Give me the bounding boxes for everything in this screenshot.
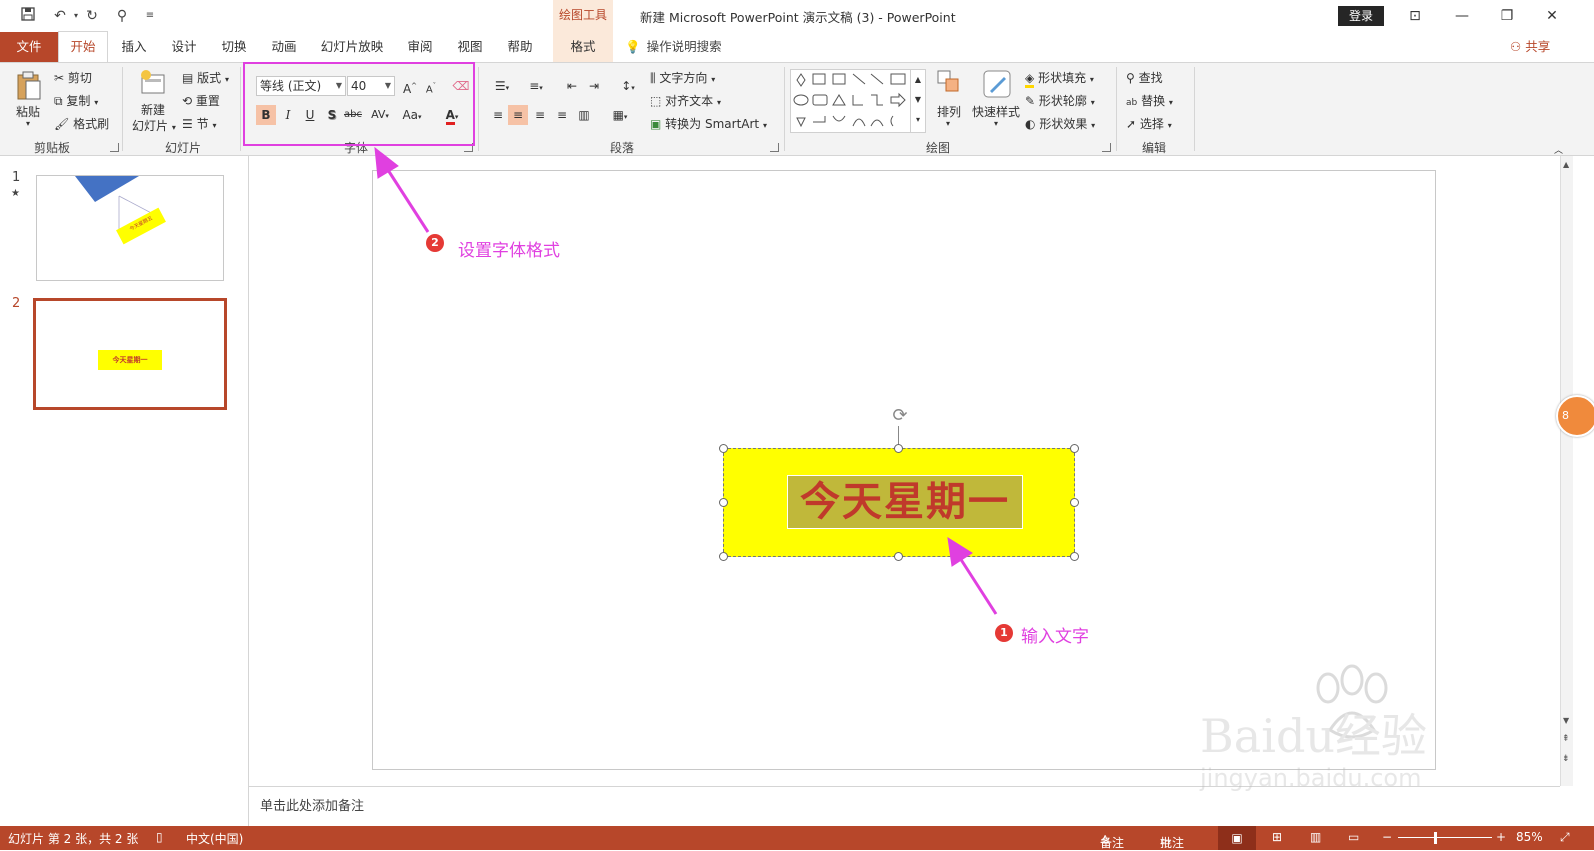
comments-toggle-label: 批注 bbox=[1160, 836, 1185, 850]
zoom-out-icon[interactable]: − bbox=[1382, 830, 1392, 844]
step2-label: 设置字体格式 bbox=[458, 241, 560, 261]
zoom-slider[interactable] bbox=[1398, 837, 1492, 838]
next-slide-icon[interactable]: ⇟ bbox=[1562, 754, 1570, 764]
spellcheck-icon[interactable]: ▯ bbox=[156, 830, 163, 844]
step2-arrow-head bbox=[374, 146, 399, 179]
zoom-level[interactable]: 85% bbox=[1516, 830, 1543, 844]
reading-view-icon[interactable]: ▥ bbox=[1310, 830, 1321, 844]
step1-label: 输入文字 bbox=[1021, 627, 1089, 647]
vertical-scrollbar[interactable]: ▲ ▼ ⇞ ⇟ bbox=[1560, 156, 1573, 786]
step1-arrow-head bbox=[947, 537, 973, 567]
notes-placeholder: 单击此处添加备注 bbox=[260, 799, 365, 814]
notes-toggle-label: 备注 bbox=[1100, 836, 1125, 850]
watermark-url: jingyan.baidu.com bbox=[1200, 764, 1422, 792]
normal-view-icon[interactable]: ▣ bbox=[1218, 826, 1256, 850]
step2-badge: 2 bbox=[426, 234, 444, 252]
zoom-slider-thumb[interactable] bbox=[1434, 832, 1437, 844]
zoom-in-icon[interactable]: + bbox=[1496, 830, 1506, 844]
step1-arrow-shaft bbox=[958, 557, 998, 615]
status-bar: 幻灯片 第 2 张，共 2 张 ▯ 中文(中国) ≙ 备注 ▭ 批注 ▣ ⊞ ▥… bbox=[0, 826, 1594, 850]
slideshow-view-icon[interactable]: ▭ bbox=[1348, 830, 1359, 844]
slide-count-status: 幻灯片 第 2 张，共 2 张 bbox=[8, 832, 139, 846]
slide-sorter-view-icon[interactable]: ⊞ bbox=[1272, 830, 1282, 844]
scroll-up-icon[interactable]: ▲ bbox=[1563, 160, 1569, 169]
watermark-brand: Baidu经验 bbox=[1200, 709, 1428, 763]
language-status[interactable]: 中文(中国) bbox=[186, 830, 243, 847]
scroll-down-icon[interactable]: ▼ bbox=[1563, 716, 1569, 725]
fit-slide-icon[interactable]: ⤢ bbox=[1560, 830, 1570, 845]
previous-slide-icon[interactable]: ⇞ bbox=[1562, 734, 1570, 744]
step1-badge: 1 bbox=[995, 624, 1013, 642]
step2-arrow-shaft bbox=[386, 169, 430, 233]
floating-side-badge[interactable]: 8 bbox=[1556, 395, 1594, 437]
baidu-watermark: Baidu经验 jingyan.baidu.com bbox=[1200, 660, 1490, 810]
